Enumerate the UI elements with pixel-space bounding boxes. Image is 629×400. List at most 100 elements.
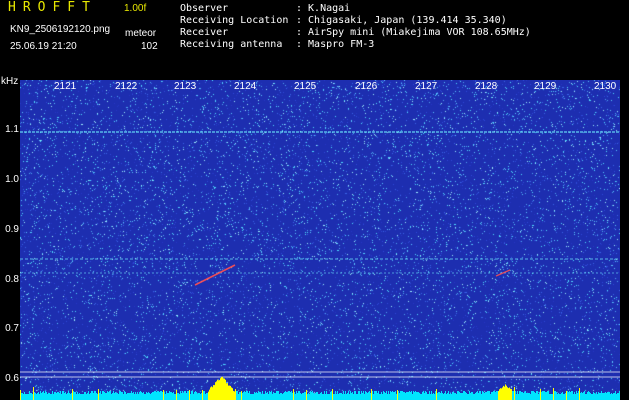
level-bar	[244, 391, 245, 400]
level-bar	[542, 391, 543, 400]
level-bar	[147, 393, 148, 400]
level-bar	[452, 392, 453, 400]
level-bar	[359, 391, 360, 400]
level-bar	[100, 391, 101, 400]
level-bar	[248, 393, 249, 400]
level-bar	[46, 392, 47, 400]
level-bar	[308, 393, 309, 400]
level-bar	[184, 391, 185, 400]
level-bar	[130, 393, 131, 400]
level-bar	[43, 391, 44, 400]
level-bar	[352, 392, 353, 400]
level-bar	[56, 393, 57, 400]
level-bar	[545, 392, 546, 400]
level-bar	[265, 391, 266, 400]
level-bar	[316, 392, 317, 400]
level-bar	[263, 394, 264, 400]
level-bar	[49, 393, 50, 400]
level-bar	[96, 393, 97, 400]
level-bar	[589, 392, 590, 400]
level-bar	[380, 394, 381, 400]
level-bar-peak	[508, 388, 509, 400]
level-bar	[415, 391, 416, 400]
level-bar	[264, 394, 265, 400]
level-bar	[190, 394, 191, 400]
level-bar	[141, 392, 142, 400]
level-bar	[582, 393, 583, 400]
level-bar-peak	[232, 388, 233, 400]
level-bar	[120, 391, 121, 400]
level-bar	[609, 392, 610, 400]
level-bar	[442, 393, 443, 400]
level-bar	[418, 392, 419, 400]
level-bar	[482, 391, 483, 400]
level-bar	[390, 391, 391, 400]
level-bar	[428, 394, 429, 400]
level-bar	[344, 394, 345, 400]
level-bar-peak	[217, 379, 218, 400]
level-bar	[374, 391, 375, 400]
level-bar-peak	[211, 386, 212, 400]
level-bar	[29, 391, 30, 400]
level-bar	[289, 391, 290, 400]
level-bar-peak	[230, 385, 231, 400]
level-bar	[360, 394, 361, 400]
level-bar	[327, 394, 328, 400]
level-bar	[110, 391, 111, 400]
level-bar	[240, 392, 241, 400]
level-bar	[281, 393, 282, 400]
level-bar	[262, 391, 263, 400]
level-bar	[301, 394, 302, 400]
level-bar	[288, 391, 289, 400]
level-bar	[97, 394, 98, 400]
location-value: : Chigasaki, Japan (139.414 35.340)	[296, 15, 507, 26]
level-bar	[42, 392, 43, 400]
level-bar	[66, 394, 67, 400]
level-bar	[162, 392, 163, 400]
level-bar-peak	[509, 387, 510, 400]
level-bar	[50, 394, 51, 400]
level-bar	[576, 391, 577, 400]
meteor-label: meteor	[125, 28, 157, 39]
level-bar	[73, 391, 74, 400]
level-bar-peak	[235, 389, 236, 400]
level-bar	[185, 391, 186, 400]
level-bar	[546, 392, 547, 400]
level-bar	[479, 391, 480, 400]
level-bar	[370, 393, 371, 400]
level-bar	[291, 391, 292, 400]
level-bar	[28, 394, 29, 400]
level-bar	[569, 391, 570, 400]
level-bar	[239, 392, 240, 400]
level-bar	[444, 393, 445, 400]
level-bar	[335, 391, 336, 400]
level-bar	[329, 394, 330, 400]
x-tick-2127: 2127	[415, 81, 438, 92]
antenna-label: Receiving antenna	[180, 39, 283, 50]
level-bar	[23, 394, 24, 400]
level-bar	[610, 394, 611, 400]
x-tick-2130: 2130	[594, 81, 617, 92]
level-bar	[127, 393, 128, 400]
level-bar	[557, 394, 558, 400]
level-bar-peak	[553, 388, 554, 400]
x-tick-2123: 2123	[174, 81, 197, 92]
level-bar	[331, 391, 332, 400]
app-title: HROFFT	[8, 0, 97, 15]
level-bar	[182, 391, 183, 400]
level-bar-peak	[189, 390, 190, 400]
level-bar	[487, 391, 488, 400]
level-bar	[443, 394, 444, 400]
x-tick-2126: 2126	[355, 81, 378, 92]
level-bar	[393, 392, 394, 400]
level-bar	[200, 394, 201, 400]
level-bar	[113, 391, 114, 400]
level-bar	[60, 391, 61, 400]
level-bar	[434, 394, 435, 400]
level-bar	[282, 394, 283, 400]
level-bar	[37, 393, 38, 400]
level-bar	[463, 391, 464, 400]
y-tick-0-8: 0.8	[5, 274, 19, 285]
level-bar	[611, 393, 612, 400]
level-bar	[299, 391, 300, 400]
